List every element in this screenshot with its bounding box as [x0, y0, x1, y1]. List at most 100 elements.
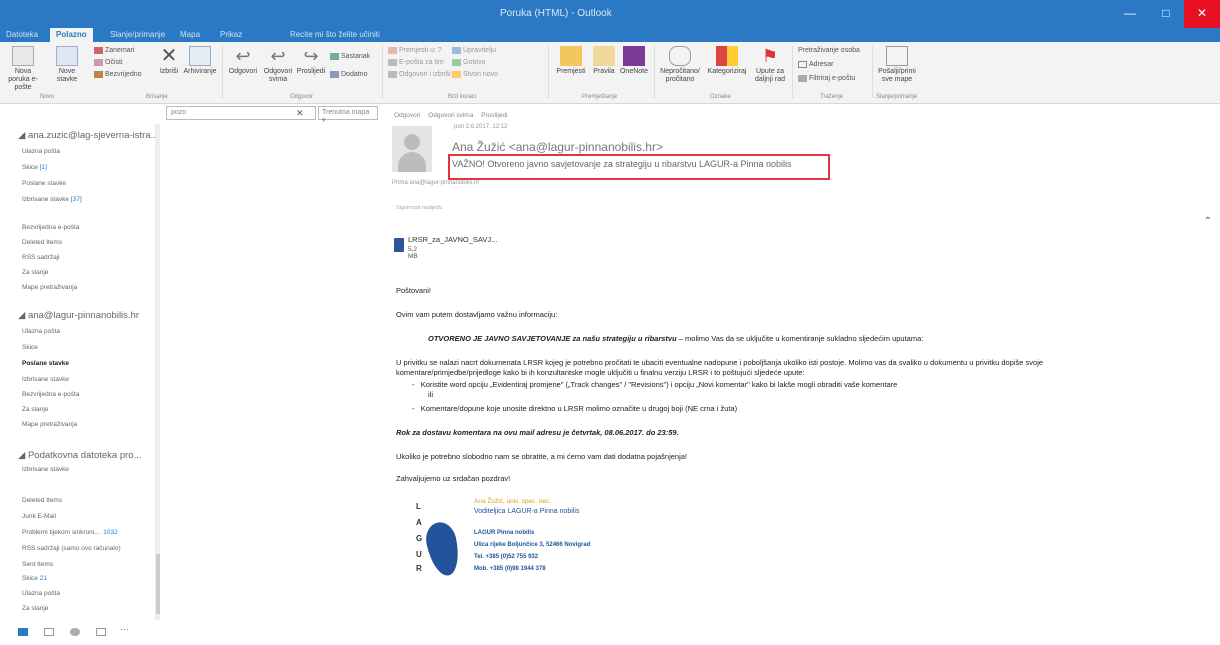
folder-item[interactable]: Mape pretraživanja	[22, 421, 77, 428]
folder-item[interactable]: Sent Items	[22, 561, 53, 568]
reply-all-button[interactable]: ↩ Odgovori svima	[260, 46, 296, 84]
quick-step-manager[interactable]: Upravitelju	[452, 46, 496, 55]
forward-button[interactable]: Proslijedi	[481, 112, 507, 119]
folder-item[interactable]: Problemi tijekom sinkroni... 1032	[22, 529, 118, 536]
quick-step-icon	[388, 58, 397, 66]
account-header[interactable]: ◢ Podatkovna datoteka pro...	[18, 450, 142, 461]
address-book-button[interactable]: Adresar	[798, 60, 834, 69]
folder-item[interactable]: Bezvrijedna e-pošta	[22, 391, 79, 398]
window-controls: — □ ✕	[1112, 0, 1220, 28]
send-receive-all-button[interactable]: Pošalji/primi sve mape	[874, 46, 920, 84]
account-header[interactable]: ◢ ana@lagur-pinnanobilis.hr	[18, 310, 139, 321]
tasks-icon[interactable]	[96, 628, 106, 636]
search-people-input[interactable]: Pretraživanje osoba	[798, 46, 860, 55]
tab-folder[interactable]: Mapa	[180, 28, 200, 42]
body-bullet: - Komentare/dopune koje unosite direktno…	[412, 404, 738, 413]
filter-email-button[interactable]: Filtriraj e-poštu	[798, 74, 855, 83]
mail-icon[interactable]	[18, 628, 28, 636]
tab-send-receive[interactable]: Slanje/primanje	[110, 28, 165, 42]
ignore-button[interactable]: Zanemari	[94, 46, 135, 55]
close-icon[interactable]: ✕	[296, 108, 304, 119]
rules-button[interactable]: Pravila	[590, 46, 618, 76]
separator	[792, 46, 793, 98]
folder-item[interactable]: Ulazna pošta	[22, 590, 60, 597]
folder-item[interactable]: Junk E-Mail	[22, 513, 56, 520]
folder-item[interactable]: Mape pretraživanja	[22, 284, 77, 291]
folder-item[interactable]: Skice [1]	[22, 164, 47, 171]
search-scope-dropdown[interactable]: Trenutna mapa ▾	[318, 106, 378, 124]
more-icon	[330, 70, 339, 78]
signature-address: Ulica rijeke Boljunčice 3, 52466 Novigra…	[474, 542, 591, 548]
move-button[interactable]: Premjesti	[554, 46, 588, 76]
search-row: pozo ✕ Trenutna mapa ▾	[0, 104, 390, 124]
folder-item-selected[interactable]: Poslane stavke	[22, 360, 69, 367]
folder-item[interactable]: Za slanje	[22, 605, 48, 612]
close-icon[interactable]: ✕	[1184, 0, 1220, 28]
folder-item[interactable]: Izbrisane stavke	[22, 376, 69, 383]
tab-file[interactable]: Datoteka	[6, 28, 38, 42]
folder-item[interactable]: RSS sadržaji	[22, 254, 60, 261]
logo-drop-shape	[422, 519, 464, 579]
search-input[interactable]: pozo	[166, 106, 316, 120]
meeting-icon	[330, 52, 339, 60]
tab-tell-me[interactable]: Recite mi što želite učiniti	[290, 28, 380, 42]
folder-item[interactable]: Poslane stavke	[22, 180, 66, 187]
quick-step-done[interactable]: Gotovo	[452, 58, 486, 67]
forward-button[interactable]: ↪ Proslijedi	[296, 46, 326, 76]
minimize-icon[interactable]: —	[1112, 0, 1148, 28]
reply-button[interactable]: ↩ Odgovori	[226, 46, 260, 76]
delete-x-icon: ✕	[160, 45, 178, 67]
more-dots-icon[interactable]: ···	[120, 624, 136, 634]
delete-button[interactable]: ✕ Izbriši	[158, 46, 180, 76]
quick-step-icon	[388, 70, 397, 78]
quick-step-move[interactable]: Premjesti u: ?	[388, 46, 442, 55]
categorize-button[interactable]: Kategoriziraj	[704, 46, 750, 76]
quick-step-icon	[452, 58, 461, 66]
folder-item[interactable]: Ulazna pošta	[22, 328, 60, 335]
body-deadline: Rok za dostavu komentara na ovu mail adr…	[396, 428, 679, 437]
collapse-icon: ◢	[18, 130, 28, 141]
clean-button[interactable]: Očisti	[94, 58, 123, 67]
folder-item[interactable]: Za slanje	[22, 406, 48, 413]
maximize-icon[interactable]: □	[1148, 0, 1184, 28]
tab-view[interactable]: Prikaz	[220, 28, 242, 42]
envelope-open-icon	[669, 46, 691, 66]
quick-step-reply-delete[interactable]: Odgovori i izbriši	[388, 70, 451, 79]
folder-item[interactable]: RSS sadržaji (samo ovo računalo)	[22, 545, 121, 552]
folder-item[interactable]: Bezvrijedna e-pošta	[22, 224, 79, 231]
quick-step-create[interactable]: Stvori novo	[452, 70, 498, 79]
new-email-button[interactable]: Nova poruka e-pošte	[6, 46, 40, 92]
folder-item[interactable]: Deleted Items	[22, 497, 62, 504]
account-header[interactable]: ◢ ana.zuzic@lag-sjeverna-istra...	[18, 130, 159, 141]
message-sender[interactable]: Ana Žužić <ana@lagur-pinnanobilis.hr>	[452, 140, 663, 154]
junk-icon	[94, 70, 103, 78]
group-label-tags: Oznake	[710, 94, 731, 100]
people-icon[interactable]	[70, 628, 80, 636]
onenote-button[interactable]: OneNote	[618, 46, 650, 76]
message-list-pane	[160, 124, 382, 645]
more-button[interactable]: Dodatno	[330, 70, 367, 79]
ribbon-tabs: Datoteka Polazno Slanje/primanje Mapa Pr…	[0, 28, 1220, 42]
calendar-icon[interactable]	[44, 628, 54, 636]
followup-button[interactable]: ⚑ Upute za daljnji rad	[752, 46, 788, 84]
archive-button[interactable]: Arhiviranje	[182, 46, 218, 76]
folder-item[interactable]: Deleted Items	[22, 239, 62, 246]
reading-pane-actions: Odgovori Odgovori svima Proslijedi	[394, 112, 514, 119]
tab-home[interactable]: Polazno	[50, 28, 93, 42]
body-headline: OTVORENO JE JAVNO SAVJETOVANJE za našu s…	[428, 334, 924, 343]
junk-button[interactable]: Bezvrijedno	[94, 70, 142, 79]
folder-item[interactable]: Skice 21	[22, 575, 47, 582]
reply-all-button[interactable]: Odgovori svima	[428, 112, 473, 119]
unread-read-button[interactable]: Nepročitano/ pročitano	[656, 46, 704, 84]
chevron-up-icon[interactable]: ⌃	[1204, 216, 1212, 227]
reply-button[interactable]: Odgovori	[394, 112, 420, 119]
quick-step-icon	[388, 46, 397, 54]
folder-item[interactable]: Za slanje	[22, 269, 48, 276]
folder-item[interactable]: Ulazna pošta	[22, 148, 60, 155]
quick-step-team[interactable]: E-pošta za tim	[388, 58, 444, 67]
new-items-button[interactable]: Nove stavke	[52, 46, 82, 84]
meeting-button[interactable]: Sastanak	[330, 52, 370, 61]
folder-item[interactable]: Skice	[22, 344, 38, 351]
folder-item[interactable]: Izbrisane stavke [37]	[22, 196, 82, 203]
folder-item[interactable]: Izbrisane stavke	[22, 466, 69, 473]
